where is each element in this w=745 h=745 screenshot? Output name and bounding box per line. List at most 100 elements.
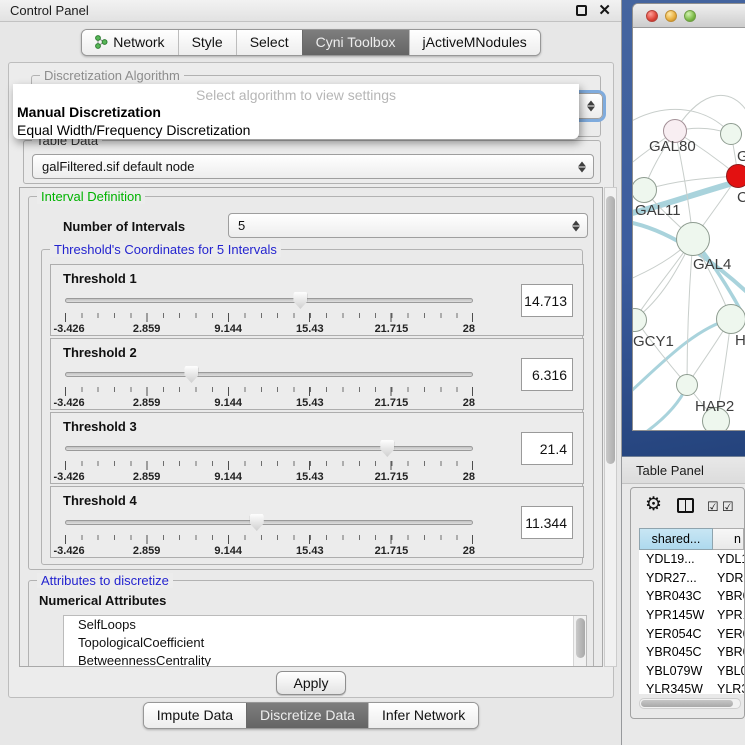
table-data-group: Table Data galFiltered.sif default node [23, 140, 601, 184]
mac-close-button[interactable] [646, 10, 658, 22]
tab-cyni-toolbox[interactable]: Cyni Toolbox [302, 30, 409, 55]
node-label: GAL4 [693, 256, 731, 273]
threshold-1-slider[interactable]: -3.4262.8599.14415.4321.71528 [65, 292, 473, 334]
number-of-intervals-value: 5 [238, 218, 245, 233]
slider-track[interactable] [65, 298, 473, 303]
slider-track[interactable] [65, 372, 473, 377]
group-title: Attributes to discretize [37, 573, 173, 588]
menu-item-manual-discretization[interactable]: Manual Discretization [13, 103, 579, 121]
dropdown-hint: Select algorithm to view settings [13, 84, 579, 103]
mac-minimize-button[interactable] [665, 10, 677, 22]
slider-thumb[interactable] [380, 440, 394, 457]
network-node[interactable] [676, 374, 698, 396]
chevron-up-down-icon [587, 101, 595, 112]
float-icon[interactable] [576, 5, 587, 16]
scrollbar-thumb[interactable] [606, 196, 615, 464]
threshold-label: Threshold 2 [63, 345, 137, 360]
slider-track[interactable] [65, 520, 473, 525]
threshold-label: Threshold 4 [63, 493, 137, 508]
table-panel-title: Table Panel [636, 457, 704, 484]
algorithm-dropdown-popup: Select algorithm to view settings Manual… [13, 84, 579, 139]
threshold-4-value-field[interactable]: 11.344 [521, 506, 573, 539]
table-horizontal-scrollbar[interactable] [639, 698, 741, 709]
threshold-1-value-field[interactable]: 14.713 [521, 284, 573, 317]
network-node[interactable] [716, 304, 745, 334]
checkbox-icon[interactable]: ☑ [707, 499, 719, 515]
list-item[interactable]: SelfLoops [64, 616, 586, 634]
table-row[interactable]: YDR27...YDR2 [639, 569, 744, 588]
tab-impute-data[interactable]: Impute Data [144, 703, 246, 728]
control-panel-window: Control Panel ✕ Network Style Select Cyn… [0, 0, 622, 745]
gear-icon[interactable]: ⚙ [645, 493, 662, 516]
threshold-coordinates-group: Threshold's Coordinates for 5 Intervals … [41, 249, 583, 565]
numerical-attributes-label: Numerical Attributes [39, 593, 166, 608]
tab-style[interactable]: Style [178, 30, 236, 55]
table-row[interactable]: YBL079WYBL0 [639, 662, 744, 681]
right-desktop-region: GAL80 G C GAL11 GAL4 GCY1 H HAP2 Table P… [622, 0, 745, 745]
table-row[interactable]: YDL19...YDL1 [639, 550, 744, 569]
threshold-2-slider[interactable]: -3.4262.8599.14415.4321.71528 [65, 366, 473, 408]
network-node[interactable] [720, 123, 742, 145]
node-label: GAL11 [635, 202, 681, 219]
group-title: Threshold's Coordinates for 5 Intervals [50, 242, 281, 257]
slider-thumb[interactable] [293, 292, 307, 309]
number-of-intervals-label: Number of Intervals [63, 219, 185, 234]
slider-track[interactable] [65, 446, 473, 451]
group-title: Discretization Algorithm [40, 68, 184, 83]
tab-discretize-data[interactable]: Discretize Data [246, 703, 368, 728]
tab-select[interactable]: Select [236, 30, 302, 55]
window-title: Control Panel [10, 0, 89, 22]
table-row[interactable]: YBR045CYBR0 [639, 643, 744, 662]
apply-button[interactable]: Apply [276, 671, 346, 695]
chevron-up-down-icon [578, 161, 586, 172]
threshold-2-value-field[interactable]: 6.316 [521, 358, 573, 391]
table-row[interactable]: YLR345WYLR3 [639, 680, 744, 694]
scrollbar-thumb[interactable] [641, 700, 733, 707]
table-header-row: shared... n [639, 528, 744, 550]
table-panel-titlebar: Table Panel [622, 456, 745, 484]
close-icon[interactable]: ✕ [598, 1, 611, 21]
scrollbar-thumb[interactable] [576, 618, 585, 658]
tab-label: Network [113, 34, 164, 50]
checkbox-icon[interactable]: ☑ [722, 499, 734, 515]
list-item[interactable]: BetweennessCentrality [64, 652, 586, 667]
table-row[interactable]: YPR145WYPR1 [639, 606, 744, 625]
tab-infer-network[interactable]: Infer Network [368, 703, 478, 728]
network-node[interactable] [726, 164, 745, 188]
split-panel-icon[interactable] [677, 498, 694, 513]
menu-item-equal-width-frequency[interactable]: Equal Width/Frequency Discretization [13, 121, 579, 139]
chevron-up-down-icon [572, 220, 580, 231]
slider-thumb[interactable] [184, 366, 198, 383]
slider-thumb[interactable] [250, 514, 264, 531]
tab-jactivemnodules[interactable]: jActiveMNodules [409, 30, 540, 55]
number-of-intervals-combobox[interactable]: 5 [228, 213, 588, 238]
table-row[interactable]: YER054CYER0 [639, 624, 744, 643]
control-panel-titlebar: Control Panel ✕ [0, 0, 621, 22]
list-item[interactable]: TopologicalCoefficient [64, 634, 586, 652]
column-header-name[interactable]: n [713, 528, 744, 550]
node-label: C [737, 189, 745, 206]
tab-network[interactable]: Network [82, 30, 177, 55]
node-label: GCY1 [633, 333, 674, 350]
table-data-combobox[interactable]: galFiltered.sif default node [32, 154, 594, 179]
threshold-3-value-field[interactable]: 21.4 [521, 432, 573, 465]
column-header-shared[interactable]: shared... [639, 528, 713, 550]
table-data-value: galFiltered.sif default node [42, 159, 194, 174]
network-canvas[interactable]: GAL80 G C GAL11 GAL4 GCY1 H HAP2 [633, 28, 745, 431]
numerical-attributes-list: SelfLoops TopologicalCoefficient Between… [63, 615, 587, 667]
threshold-label: Threshold 3 [63, 419, 137, 434]
attributes-group: Attributes to discretize Numerical Attri… [28, 580, 594, 667]
threshold-4-row: Threshold 4 -3.4262.8599.14415.4321.7152… [50, 486, 584, 558]
network-icon [95, 35, 108, 49]
threshold-3-slider[interactable]: -3.4262.8599.14415.4321.71528 [65, 440, 473, 482]
network-node[interactable] [676, 222, 710, 256]
node-label: GAL80 [649, 138, 696, 155]
list-scrollbar[interactable] [573, 616, 586, 667]
settings-scroll-viewport: Interval Definition Number of Intervals … [19, 187, 603, 667]
table-row[interactable]: YBR043CYBR0 [639, 587, 744, 606]
node-label: H [735, 332, 745, 349]
threshold-4-slider[interactable]: -3.4262.8599.14415.4321.71528 [65, 514, 473, 556]
mac-zoom-button[interactable] [684, 10, 696, 22]
node-label: G [737, 148, 745, 165]
settings-scrollbar[interactable] [604, 187, 617, 667]
